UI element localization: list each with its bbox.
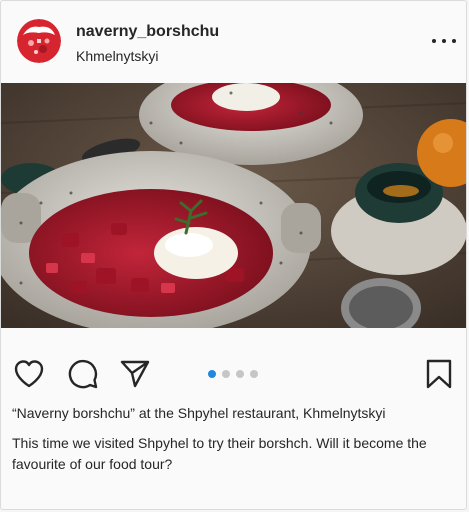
carousel-dot — [236, 370, 244, 378]
comment-bubble-icon[interactable] — [67, 358, 99, 390]
post-header: naverny_borshchu Khmelnytskyi — [1, 1, 466, 83]
carousel-dot — [222, 370, 230, 378]
action-bar — [1, 328, 466, 398]
username[interactable]: naverny_borshchu — [76, 23, 219, 41]
paper-plane-icon[interactable] — [119, 358, 151, 390]
heart-icon[interactable] — [13, 358, 45, 390]
location-link[interactable]: Khmelnytskyi — [76, 48, 158, 64]
post-photo[interactable] — [1, 83, 466, 328]
carousel-indicator — [208, 370, 258, 378]
caption-title: “Naverny borshchu” at the Shpyhel restau… — [12, 405, 386, 421]
caption-body: This time we visited Shpyhel to try thei… — [12, 435, 427, 472]
carousel-dot — [250, 370, 258, 378]
bookmark-icon[interactable] — [423, 358, 455, 390]
avatar[interactable] — [17, 19, 61, 63]
post-card: naverny_borshchu Khmelnytskyi “Naverny b… — [0, 0, 467, 510]
more-options-icon[interactable] — [432, 31, 456, 51]
carousel-dot-active — [208, 370, 216, 378]
